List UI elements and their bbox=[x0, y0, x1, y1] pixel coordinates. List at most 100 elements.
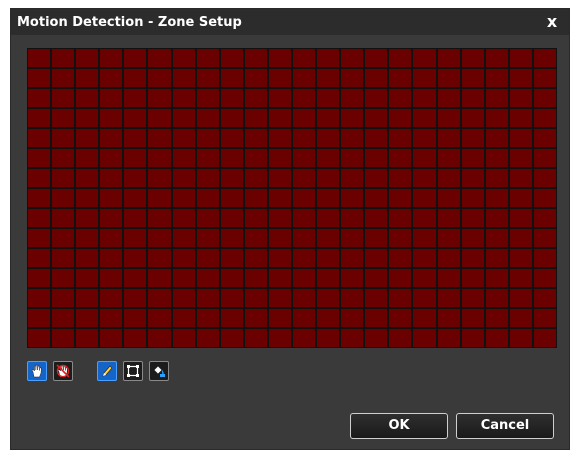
zone-cell[interactable] bbox=[485, 149, 508, 167]
zone-cell[interactable] bbox=[268, 49, 291, 67]
zone-cell[interactable] bbox=[485, 89, 508, 107]
zone-cell[interactable] bbox=[28, 69, 51, 87]
zone-cell[interactable] bbox=[533, 129, 556, 147]
zone-cell[interactable] bbox=[52, 269, 75, 287]
zone-cell[interactable] bbox=[365, 149, 388, 167]
zone-cell[interactable] bbox=[533, 189, 556, 207]
zone-cell[interactable] bbox=[148, 289, 171, 307]
zone-cell[interactable] bbox=[317, 209, 340, 227]
zone-cell[interactable] bbox=[413, 289, 436, 307]
zone-cell[interactable] bbox=[413, 269, 436, 287]
zone-cell[interactable] bbox=[28, 169, 51, 187]
zone-cell[interactable] bbox=[485, 109, 508, 127]
zone-cell[interactable] bbox=[509, 49, 532, 67]
zone-cell[interactable] bbox=[220, 69, 243, 87]
zone-cell[interactable] bbox=[172, 249, 195, 267]
zone-cell[interactable] bbox=[244, 49, 267, 67]
zone-cell[interactable] bbox=[244, 269, 267, 287]
zone-cell[interactable] bbox=[196, 229, 219, 247]
zone-cell[interactable] bbox=[196, 89, 219, 107]
zone-cell[interactable] bbox=[220, 89, 243, 107]
zone-cell[interactable] bbox=[389, 209, 412, 227]
zone-cell[interactable] bbox=[76, 249, 99, 267]
zone-cell[interactable] bbox=[268, 329, 291, 347]
zone-cell[interactable] bbox=[341, 329, 364, 347]
zone-cell[interactable] bbox=[100, 269, 123, 287]
zone-cell[interactable] bbox=[28, 249, 51, 267]
zone-cell[interactable] bbox=[437, 89, 460, 107]
zone-cell[interactable] bbox=[365, 329, 388, 347]
zone-cell[interactable] bbox=[196, 309, 219, 327]
zone-cell[interactable] bbox=[485, 289, 508, 307]
zone-cell[interactable] bbox=[124, 169, 147, 187]
zone-cell[interactable] bbox=[485, 309, 508, 327]
zone-cell[interactable] bbox=[437, 209, 460, 227]
zone-cell[interactable] bbox=[124, 49, 147, 67]
zone-cell[interactable] bbox=[533, 289, 556, 307]
zone-cell[interactable] bbox=[317, 69, 340, 87]
zone-cell[interactable] bbox=[485, 49, 508, 67]
zone-cell[interactable] bbox=[100, 109, 123, 127]
title-bar[interactable]: Motion Detection - Zone Setup x bbox=[11, 9, 569, 35]
zone-cell[interactable] bbox=[365, 169, 388, 187]
zone-cell[interactable] bbox=[293, 169, 316, 187]
zone-cell[interactable] bbox=[100, 309, 123, 327]
zone-cell[interactable] bbox=[485, 329, 508, 347]
zone-cell[interactable] bbox=[293, 189, 316, 207]
zone-cell[interactable] bbox=[100, 49, 123, 67]
zone-cell[interactable] bbox=[365, 229, 388, 247]
zone-cell[interactable] bbox=[509, 289, 532, 307]
zone-cell[interactable] bbox=[172, 169, 195, 187]
zone-cell[interactable] bbox=[437, 229, 460, 247]
zone-cell[interactable] bbox=[124, 129, 147, 147]
zone-cell[interactable] bbox=[389, 289, 412, 307]
zone-cell[interactable] bbox=[317, 169, 340, 187]
zone-cell[interactable] bbox=[437, 269, 460, 287]
zone-cell[interactable] bbox=[485, 129, 508, 147]
pencil-tool-button[interactable] bbox=[97, 361, 117, 381]
zone-cell[interactable] bbox=[437, 309, 460, 327]
zone-cell[interactable] bbox=[196, 329, 219, 347]
ok-button[interactable]: OK bbox=[350, 413, 448, 439]
zone-cell[interactable] bbox=[533, 69, 556, 87]
zone-cell[interactable] bbox=[52, 89, 75, 107]
zone-cell[interactable] bbox=[461, 329, 484, 347]
zone-cell[interactable] bbox=[533, 309, 556, 327]
zone-cell[interactable] bbox=[317, 49, 340, 67]
zone-cell[interactable] bbox=[100, 189, 123, 207]
zone-cell[interactable] bbox=[293, 149, 316, 167]
zone-cell[interactable] bbox=[365, 89, 388, 107]
zone-cell[interactable] bbox=[148, 149, 171, 167]
zone-cell[interactable] bbox=[28, 289, 51, 307]
zone-cell[interactable] bbox=[317, 249, 340, 267]
zone-cell[interactable] bbox=[413, 89, 436, 107]
zone-cell[interactable] bbox=[244, 329, 267, 347]
zone-cell[interactable] bbox=[52, 229, 75, 247]
zone-cell[interactable] bbox=[52, 209, 75, 227]
zone-cell[interactable] bbox=[220, 169, 243, 187]
zone-cell[interactable] bbox=[148, 229, 171, 247]
zone-cell[interactable] bbox=[148, 249, 171, 267]
zone-cell[interactable] bbox=[533, 209, 556, 227]
zone-cell[interactable] bbox=[533, 169, 556, 187]
zone-cell[interactable] bbox=[485, 189, 508, 207]
zone-cell[interactable] bbox=[509, 89, 532, 107]
zone-cell[interactable] bbox=[28, 89, 51, 107]
zone-cell[interactable] bbox=[509, 169, 532, 187]
zone-cell[interactable] bbox=[533, 109, 556, 127]
zone-cell[interactable] bbox=[533, 329, 556, 347]
zone-cell[interactable] bbox=[196, 69, 219, 87]
zone-cell[interactable] bbox=[341, 309, 364, 327]
rectangle-tool-button[interactable] bbox=[123, 361, 143, 381]
zone-cell[interactable] bbox=[365, 309, 388, 327]
zone-cell[interactable] bbox=[172, 309, 195, 327]
zone-cell[interactable] bbox=[413, 169, 436, 187]
zone-cell[interactable] bbox=[389, 249, 412, 267]
close-icon[interactable]: x bbox=[543, 12, 561, 32]
zone-cell[interactable] bbox=[461, 49, 484, 67]
zone-cell[interactable] bbox=[461, 209, 484, 227]
zone-cell[interactable] bbox=[365, 49, 388, 67]
zone-cell[interactable] bbox=[148, 89, 171, 107]
zone-cell[interactable] bbox=[509, 309, 532, 327]
zone-cell[interactable] bbox=[485, 229, 508, 247]
